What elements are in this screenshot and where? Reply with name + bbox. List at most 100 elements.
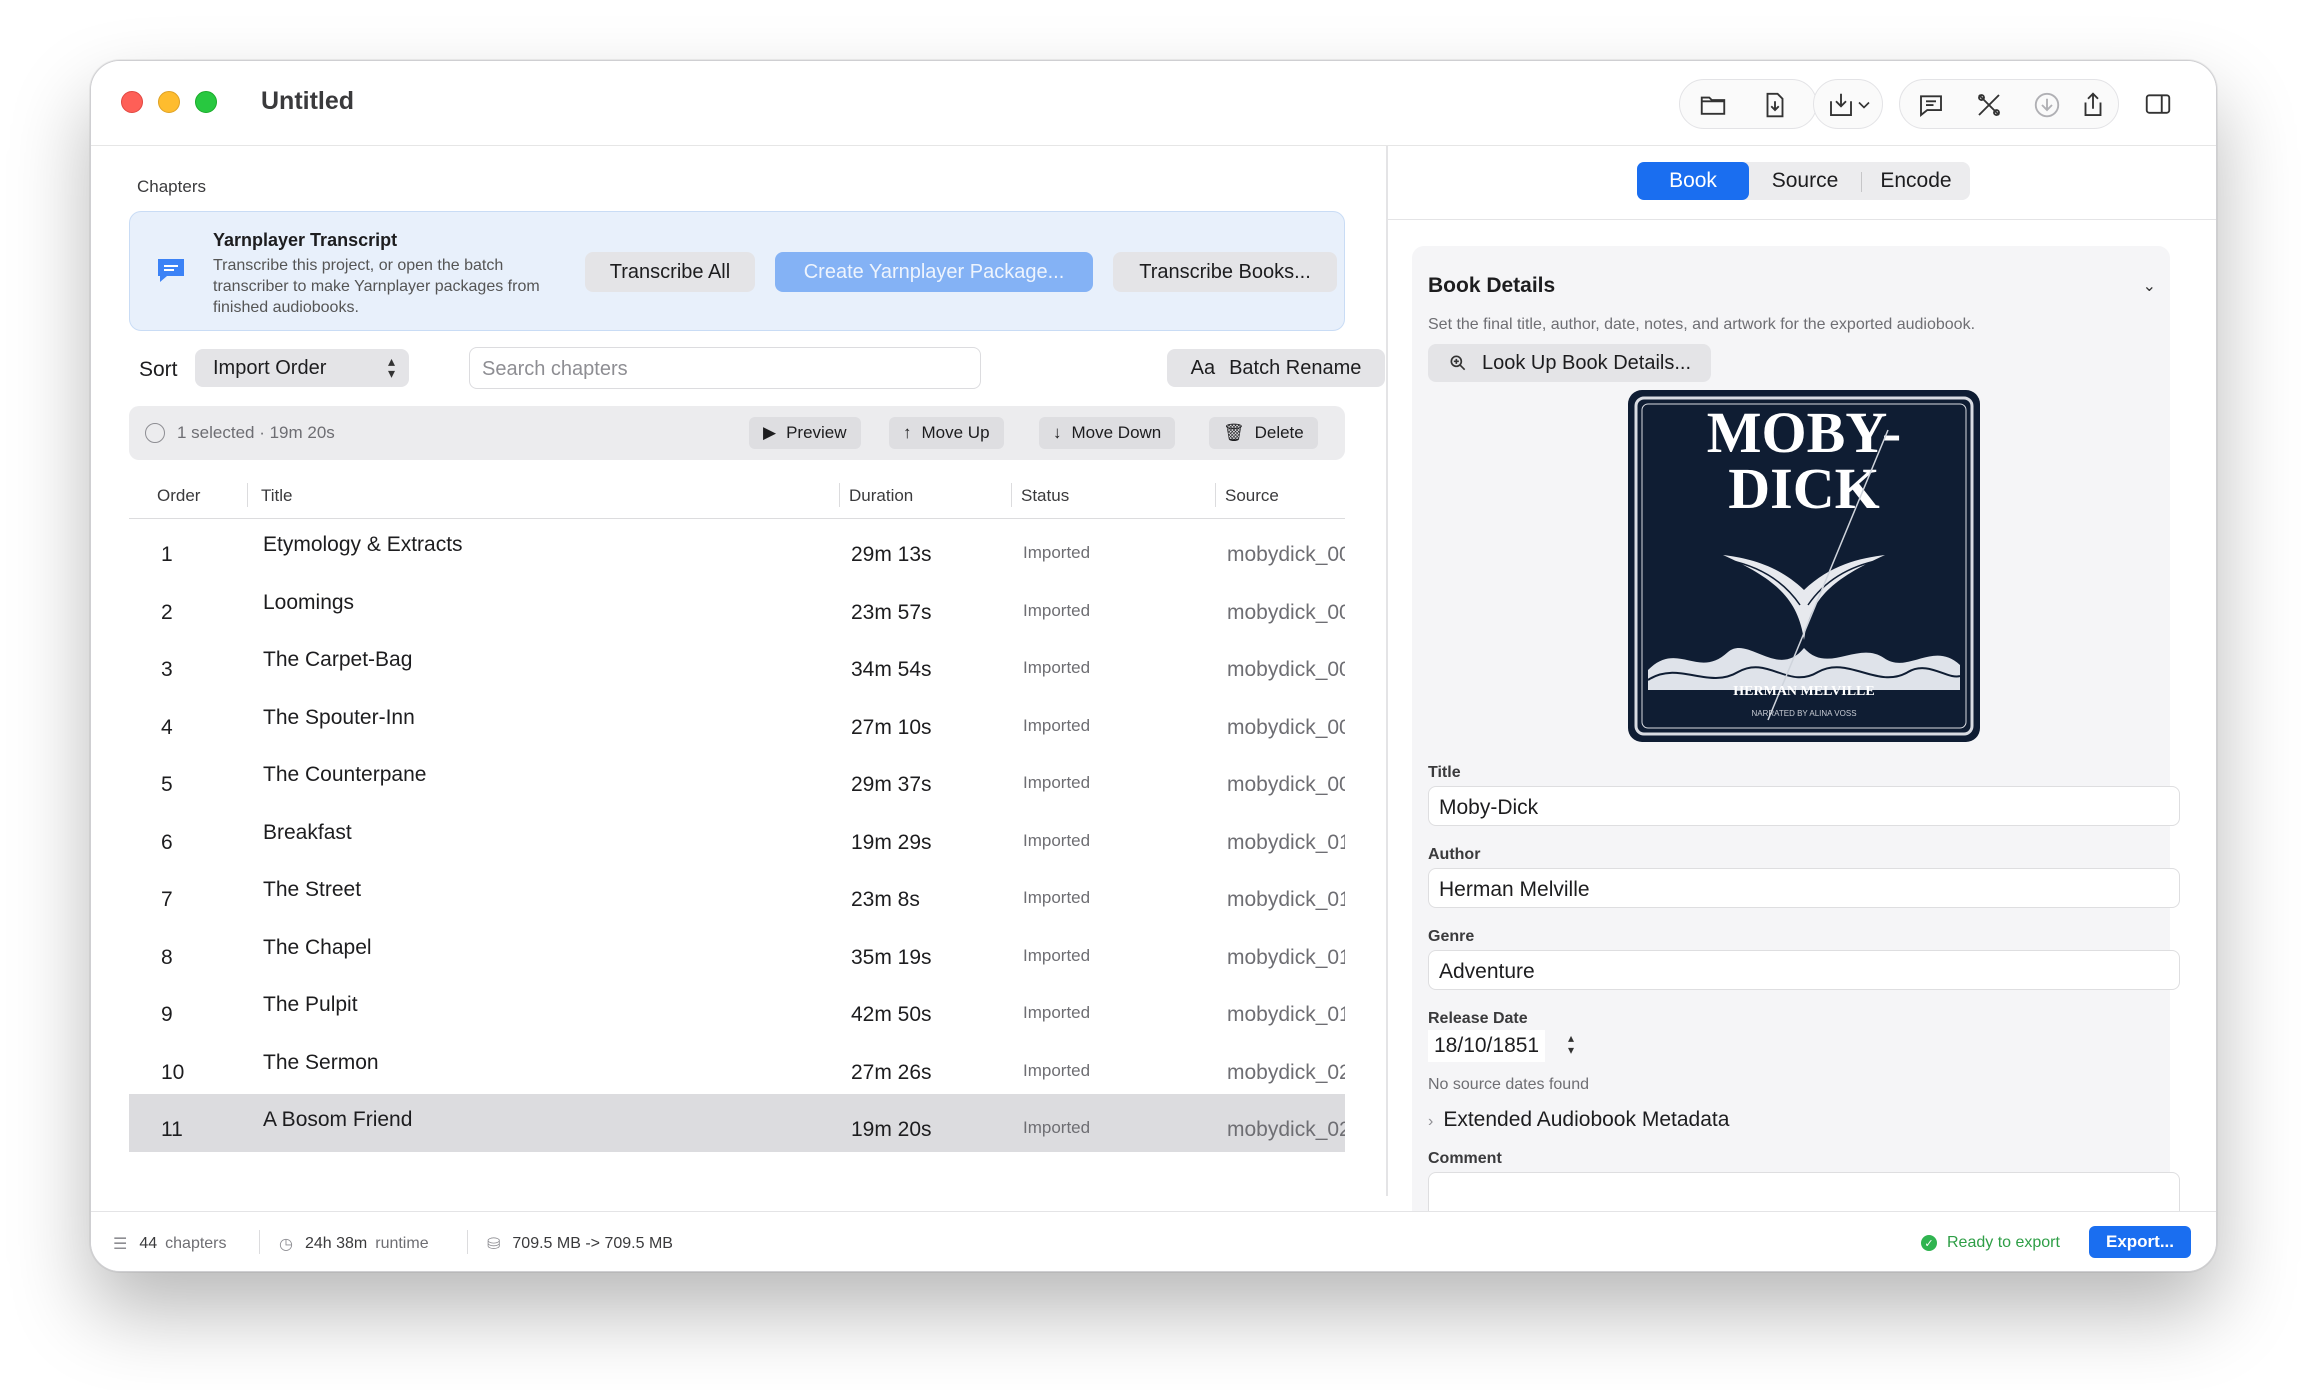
table-row[interactable]: 9 The Pulpit 42m 50s Imported mobydick_01: [129, 979, 1345, 1037]
create-package-button[interactable]: Create Yarnplayer Package...: [775, 252, 1093, 292]
magnifier-icon: [1450, 355, 1466, 371]
banner-title: Yarnplayer Transcript: [213, 230, 398, 250]
order-cell: 1: [161, 543, 173, 566]
chat-bubble-icon[interactable]: [1914, 88, 1948, 122]
drive-icon: ⛁: [487, 1236, 501, 1253]
source-cell: mobydick_01: [1227, 888, 1345, 911]
checkmark-circle-icon: ✓: [1921, 1235, 1937, 1251]
preview-button[interactable]: ▶ Preview: [749, 417, 861, 449]
release-date-field[interactable]: 18/10/1851: [1428, 1030, 1546, 1062]
export-button[interactable]: Export...: [2089, 1226, 2191, 1258]
table-row[interactable]: 11 A Bosom Friend 19m 20s Imported mobydick_…: [129, 1094, 1345, 1152]
genre-field[interactable]: Adventure: [1428, 950, 2180, 990]
table-row[interactable]: 8 The Chapel 35m 19s Imported mobydick_01: [129, 922, 1345, 980]
move-up-button[interactable]: ↑ Move Up: [889, 417, 1004, 449]
table-row[interactable]: 4 The Spouter-Inn 27m 10s Imported mobydick_…: [129, 692, 1345, 750]
selection-summary: 1 selected · 19m 20s: [177, 423, 335, 442]
transcript-banner: Yarnplayer Transcript Transcribe this pr…: [129, 211, 1345, 331]
close-window-button[interactable]: [121, 91, 143, 113]
checkmark-circle-icon: [145, 423, 165, 443]
list-icon: ☰: [113, 1236, 128, 1253]
updown-chevron-icon: ▴ ▾: [387, 353, 395, 381]
import-menu-icon: [1824, 88, 1858, 122]
move-down-label: Move Down: [1071, 423, 1162, 442]
tab-encode[interactable]: Encode: [1862, 162, 1970, 200]
table-row[interactable]: 7 The Street 23m 8s Imported mobydick_01: [129, 864, 1345, 922]
status-cell: Imported: [1023, 543, 1091, 562]
status-cell: Imported: [1023, 658, 1091, 677]
status-cell: Imported: [1023, 1060, 1091, 1080]
date-stepper[interactable]: ▴ ▾: [1562, 1032, 1580, 1060]
order-cell: 6: [161, 830, 173, 854]
zoom-window-button[interactable]: [195, 91, 217, 113]
order-cell: 2: [161, 600, 173, 624]
column-separator: [247, 483, 248, 507]
status-bar: ☰ 44 chapters ◷ 24h 38m runtime ⛁ 709.5 …: [91, 1211, 2216, 1271]
status-cell: Imported: [1023, 945, 1091, 965]
import-menu-button[interactable]: [1813, 79, 1883, 129]
batch-rename-button[interactable]: Aa Batch Rename: [1167, 349, 1385, 387]
chapter-count: ☰ 44 chapters: [113, 1234, 227, 1254]
lookup-book-details-button[interactable]: Look Up Book Details...: [1428, 344, 1711, 382]
table-row[interactable]: 10 The Sermon 27m 26s Imported mobydick_02: [129, 1037, 1345, 1095]
title-cell: A Bosom Friend: [263, 1108, 413, 1131]
runtime-value: 24h 38m: [304, 1235, 368, 1252]
table-header: Order Title Duration Status Source: [129, 469, 1345, 519]
column-header-title[interactable]: Title: [261, 486, 293, 506]
table-row[interactable]: 1 Etymology & Extracts 29m 13s Imported moby…: [129, 519, 1345, 577]
table-row[interactable]: 2 Loomings 23m 57s Imported mobydick_00: [129, 577, 1345, 635]
author-field-label: Author: [1428, 846, 1481, 863]
toolbar-group-files: [1679, 79, 1817, 129]
title-cell: Loomings: [263, 590, 355, 614]
table-row[interactable]: 6 Breakfast 19m 29s Imported mobydick_01: [129, 807, 1345, 865]
cover-narrator: NARRATED BY ALINA VOSS: [1751, 709, 1856, 718]
status-cell: Imported: [1023, 1118, 1091, 1137]
column-header-duration[interactable]: Duration: [849, 486, 913, 506]
duration-cell: 27m 26s: [851, 1060, 932, 1084]
column-header-source[interactable]: Source: [1225, 486, 1279, 506]
tab-source[interactable]: Source: [1749, 162, 1861, 200]
status-cell: Imported: [1023, 773, 1091, 792]
extended-metadata-disclosure[interactable]: › Extended Audiobook Metadata: [1428, 1108, 1729, 1132]
title-cell: The Street: [263, 878, 362, 901]
sort-select[interactable]: Import Order ▴ ▾: [195, 349, 409, 387]
tab-book[interactable]: Book: [1637, 162, 1749, 200]
folder-icon[interactable]: [1696, 88, 1730, 122]
cover-artwork[interactable]: MOBY- DICK HERMAN MELVILLE NARRATED BY A…: [1628, 390, 1980, 742]
move-down-button[interactable]: ↓ Move Down: [1039, 417, 1176, 449]
trash-icon: 🗑: [1223, 423, 1245, 442]
sort-label: Sort: [139, 358, 178, 381]
column-header-status[interactable]: Status: [1021, 486, 1069, 506]
sidebar-toggle-icon[interactable]: [2141, 87, 2175, 121]
table-row[interactable]: 5 The Counterpane 29m 37s Imported mobydick_…: [129, 749, 1345, 807]
column-header-order[interactable]: Order: [157, 486, 200, 506]
author-field[interactable]: Herman Melville: [1428, 868, 2180, 908]
tools-icon[interactable]: [1972, 88, 2006, 122]
chapter-count-unit: chapters: [165, 1235, 227, 1252]
transcribe-books-button[interactable]: Transcribe Books...: [1113, 252, 1337, 292]
order-cell: 11: [161, 1118, 183, 1141]
source-cell: mobydick_00: [1227, 600, 1345, 624]
chevron-down-icon[interactable]: ⌄: [2143, 276, 2156, 296]
transcribe-all-button[interactable]: Transcribe All: [585, 252, 755, 292]
extended-metadata-label: Extended Audiobook Metadata: [1443, 1108, 1730, 1131]
share-icon[interactable]: [2076, 88, 2110, 122]
title-field[interactable]: Moby-Dick: [1428, 786, 2180, 826]
delete-button[interactable]: 🗑 Delete: [1209, 417, 1318, 449]
title-cell: The Chapel: [263, 935, 372, 959]
source-cell: mobydick_00: [1227, 543, 1345, 566]
status-cell: Imported: [1023, 715, 1091, 735]
title-cell: Breakfast: [263, 820, 352, 844]
comment-field[interactable]: [1428, 1172, 2180, 1211]
minimize-window-button[interactable]: [158, 91, 180, 113]
duration-cell: 27m 10s: [851, 715, 932, 739]
table-body: 1 Etymology & Extracts 29m 13s Imported moby…: [129, 519, 1345, 1152]
table-row[interactable]: 3 The Carpet-Bag 34m 54s Imported mobydick_0…: [129, 634, 1345, 692]
sort-row: Sort Import Order ▴ ▾ Search chapters Aa …: [129, 347, 1385, 393]
cover-author: HERMAN MELVILLE: [1733, 684, 1874, 699]
search-input[interactable]: Search chapters: [469, 347, 981, 389]
arrow-down-icon: ↓: [1053, 423, 1062, 442]
duration-cell: 19m 29s: [851, 830, 932, 854]
genre-field-label: Genre: [1428, 928, 1475, 945]
document-download-icon[interactable]: [1758, 88, 1792, 122]
